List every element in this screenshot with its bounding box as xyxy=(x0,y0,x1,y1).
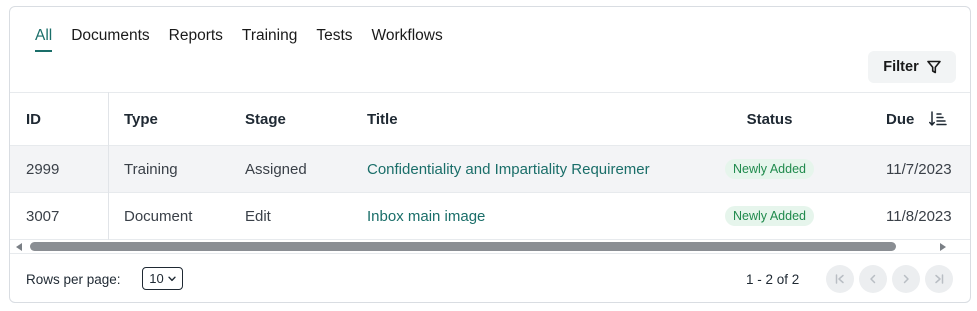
tab-training[interactable]: Training xyxy=(242,26,297,48)
table-row[interactable]: 3007 Document Edit Inbox main image Newl… xyxy=(10,193,970,240)
pagination-footer: Rows per page: 10 1 - 2 of 2 xyxy=(10,253,970,302)
data-table: ID Type Stage Title Status Due 2999 Trai… xyxy=(10,92,970,241)
next-page-button[interactable] xyxy=(892,265,920,293)
previous-page-icon xyxy=(870,274,876,284)
column-header-status[interactable]: Status xyxy=(717,93,822,145)
tab-workflows[interactable]: Workflows xyxy=(372,26,443,48)
column-header-title[interactable]: Title xyxy=(367,93,687,145)
cell-id: 3007 xyxy=(26,207,60,225)
filter-button[interactable]: Filter xyxy=(868,51,956,83)
tab-documents[interactable]: Documents xyxy=(71,26,149,48)
cell-status: Newly Added xyxy=(717,146,822,192)
previous-page-button[interactable] xyxy=(859,265,887,293)
cell-type: Document xyxy=(124,207,193,225)
column-header-type[interactable]: Type xyxy=(124,93,234,145)
column-header-stage[interactable]: Stage xyxy=(245,93,355,145)
last-page-icon xyxy=(935,274,944,284)
column-header-id[interactable]: ID xyxy=(26,93,106,145)
tab-tests[interactable]: Tests xyxy=(316,26,352,48)
horizontal-scrollbar[interactable] xyxy=(10,241,970,253)
task-list-card: All Documents Reports Training Tests Wor… xyxy=(9,6,971,303)
cell-stage: Assigned xyxy=(245,160,307,178)
first-page-icon xyxy=(835,274,844,284)
rows-per-page-select[interactable]: 10 xyxy=(142,267,183,290)
cell-stage: Edit xyxy=(245,207,271,225)
cell-due: 11/8/2023 xyxy=(886,207,952,225)
next-page-icon xyxy=(903,274,909,284)
cell-due: 11/7/2023 xyxy=(886,160,952,178)
column-divider xyxy=(108,92,109,240)
scrollbar-thumb[interactable] xyxy=(30,242,896,251)
cell-status: Newly Added xyxy=(717,193,822,239)
rows-per-page-label: Rows per page: xyxy=(26,272,121,287)
pagination-range: 1 - 2 of 2 xyxy=(746,272,800,287)
status-badge: Newly Added xyxy=(725,159,814,179)
last-page-button[interactable] xyxy=(925,265,953,293)
cell-type: Training xyxy=(124,160,178,178)
column-header-due[interactable]: Due xyxy=(886,93,970,145)
tab-bar: All Documents Reports Training Tests Wor… xyxy=(35,26,462,52)
tab-reports[interactable]: Reports xyxy=(169,26,223,48)
table-header-row: ID Type Stage Title Status Due xyxy=(10,92,970,146)
status-badge: Newly Added xyxy=(725,206,814,226)
filter-button-label: Filter xyxy=(883,59,919,75)
tab-all[interactable]: All xyxy=(35,26,53,52)
rows-per-page-value: 10 xyxy=(149,271,164,286)
sort-descending-icon[interactable] xyxy=(929,111,948,127)
table-row[interactable]: 2999 Training Assigned Confidentiality a… xyxy=(10,146,970,193)
scroll-right-arrow-icon[interactable] xyxy=(940,243,946,251)
cell-id: 2999 xyxy=(26,160,60,178)
first-page-button[interactable] xyxy=(826,265,854,293)
cell-title-link[interactable]: Inbox main image xyxy=(367,193,687,239)
filter-icon xyxy=(926,60,941,74)
scroll-left-arrow-icon[interactable] xyxy=(16,243,22,251)
chevron-down-icon xyxy=(168,276,176,281)
column-header-due-label: Due xyxy=(886,110,915,128)
cell-title-link[interactable]: Confidentiality and Impartiality Require… xyxy=(367,146,687,192)
